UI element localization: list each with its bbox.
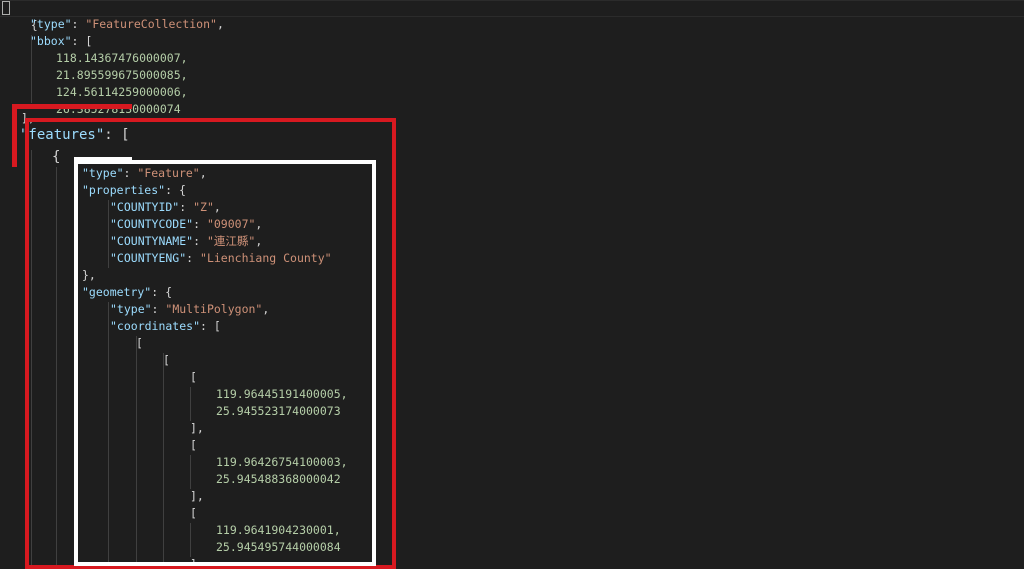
white-highlight-bar bbox=[74, 157, 132, 161]
current-line-highlight bbox=[0, 0, 1024, 17]
json-number: 118.14367476000007, bbox=[56, 51, 188, 65]
code-line: { bbox=[3, 0, 38, 32]
red-highlight-bar bbox=[12, 104, 17, 167]
json-key: "bbox" bbox=[30, 34, 72, 48]
code-line: 124.56114259000006, bbox=[56, 84, 188, 101]
white-highlight-box bbox=[74, 160, 376, 566]
code-line: 21.895599675000085, bbox=[56, 67, 188, 84]
red-highlight-bar bbox=[12, 104, 132, 109]
json-string: "FeatureCollection" bbox=[85, 17, 217, 31]
code-editor[interactable]: { "type": "FeatureCollection", "bbox": [… bbox=[0, 0, 1024, 569]
code-line: 118.14367476000007, bbox=[56, 50, 188, 67]
json-key: "type" bbox=[30, 17, 72, 31]
code-line: "type": "FeatureCollection", bbox=[30, 17, 224, 31]
json-number: 124.56114259000006, bbox=[56, 85, 188, 99]
json-number: 21.895599675000085, bbox=[56, 68, 188, 82]
code-line: "bbox": [ bbox=[30, 34, 93, 48]
